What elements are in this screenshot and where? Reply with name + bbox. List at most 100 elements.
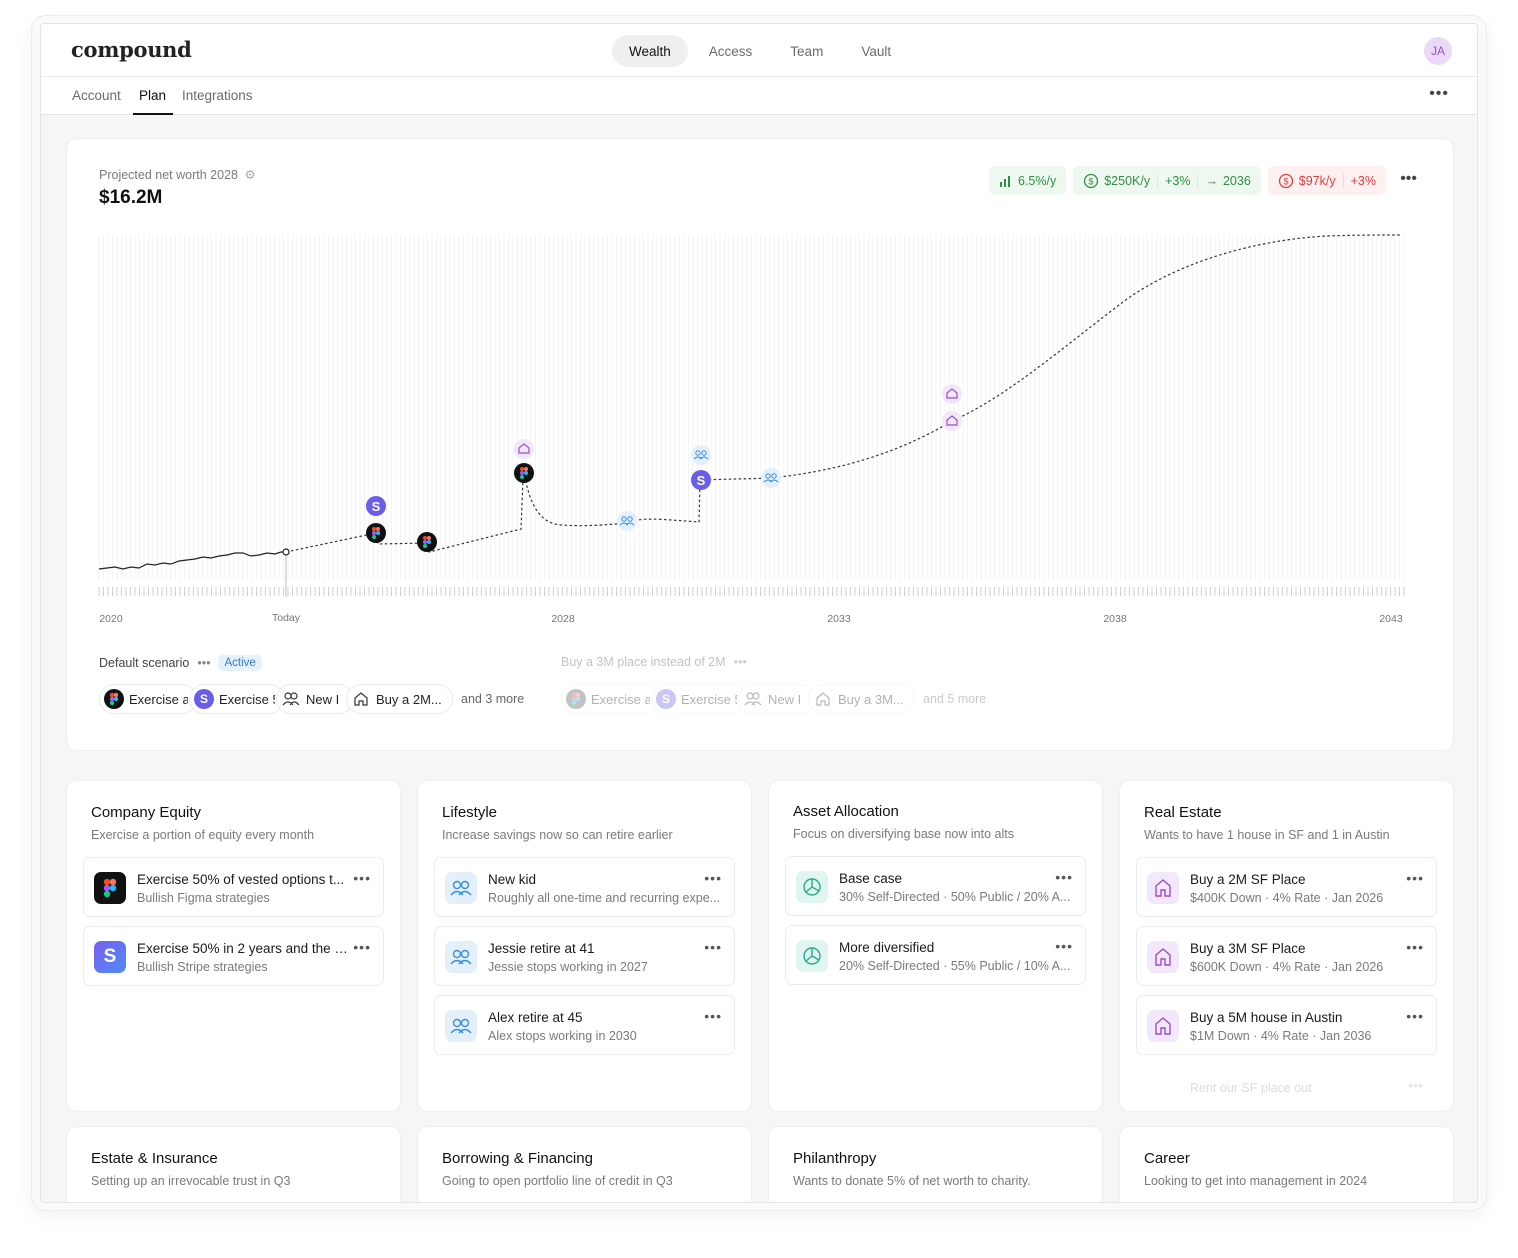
card-subtitle: Exercise a portion of equity every month xyxy=(91,828,315,842)
house-icon xyxy=(1147,872,1179,904)
default-scenario-header[interactable]: Default scenario ••• Active xyxy=(99,655,262,671)
item-more-button[interactable]: ••• xyxy=(353,939,371,955)
list-item[interactable]: Buy a 2M SF Place $400K Down · 4% Rate ·… xyxy=(1136,857,1437,917)
tab-plan[interactable]: Plan xyxy=(139,88,166,103)
item-more-button[interactable]: ••• xyxy=(1406,1008,1424,1024)
scenario-chip[interactable]: New I xyxy=(738,684,816,714)
item-subtitle: Bullish Stripe strategies xyxy=(137,960,268,974)
card-title[interactable]: Borrowing & Financing xyxy=(442,1150,593,1167)
alt-scenario-header[interactable]: Buy a 3M place instead of 2M ••• xyxy=(561,655,747,669)
card-subtitle: Wants to donate 5% of net worth to chari… xyxy=(793,1174,1031,1188)
projection-card: Projected net worth 2028 ⚙ $16.2M 6.5%/y… xyxy=(67,139,1453,750)
chip-label: Exercise 5 xyxy=(681,691,737,707)
scenario-chip[interactable]: New I xyxy=(276,684,354,714)
item-title: More diversified xyxy=(839,940,935,955)
scenario-more-button[interactable]: ••• xyxy=(734,655,747,669)
item-subtitle: $400K Down · 4% Rate · Jan 2026 xyxy=(1190,891,1384,905)
people-icon[interactable] xyxy=(617,511,637,531)
house-icon[interactable] xyxy=(942,384,962,404)
chip-label: Buy a 3M... xyxy=(838,691,904,707)
item-more-button[interactable]: ••• xyxy=(704,1008,722,1024)
more-chips-link[interactable]: and 5 more xyxy=(923,692,986,706)
scenario-chip[interactable]: Exercise a xyxy=(99,684,197,714)
item-more-button[interactable]: ••• xyxy=(1406,870,1424,886)
figma-icon[interactable] xyxy=(366,523,386,543)
card-title[interactable]: Real Estate xyxy=(1144,804,1222,821)
list-item[interactable]: More diversified 20% Self-Directed · 55%… xyxy=(785,925,1086,985)
list-item[interactable]: Alex retire at 45 Alex stops working in … xyxy=(434,995,735,1055)
sub-nav: Account Plan Integrations ••• xyxy=(41,77,1477,115)
figma-icon xyxy=(566,689,586,709)
people-icon xyxy=(743,689,763,709)
scenario-chip[interactable]: S Exercise 5 xyxy=(189,684,284,714)
list-item[interactable]: Buy a 3M SF Place $600K Down · 4% Rate ·… xyxy=(1136,926,1437,986)
estate-insurance-card: Estate & Insurance Setting up an irrevoc… xyxy=(67,1127,400,1202)
page-more-button[interactable]: ••• xyxy=(1429,85,1449,103)
item-subtitle: Jessie stops working in 2027 xyxy=(488,960,648,974)
x-axis-label: 2028 xyxy=(551,613,575,625)
item-title: Alex retire at 45 xyxy=(488,1010,583,1025)
app-logo[interactable]: compound xyxy=(71,37,192,62)
house-icon[interactable] xyxy=(514,439,534,459)
x-axis-label: 2020 xyxy=(99,613,123,625)
svg-text:S: S xyxy=(372,499,381,514)
house-icon xyxy=(1147,941,1179,973)
chip-label: Exercise a xyxy=(129,691,188,707)
user-avatar[interactable]: JA xyxy=(1424,37,1452,65)
nav-vault[interactable]: Vault xyxy=(844,35,908,67)
card-title[interactable]: Lifestyle xyxy=(442,804,497,821)
tab-account[interactable]: Account xyxy=(72,88,121,103)
stripe-icon[interactable]: S xyxy=(691,470,711,490)
item-more-button[interactable]: ••• xyxy=(1406,939,1424,955)
svg-text:S: S xyxy=(697,473,706,488)
list-item[interactable]: Base case 30% Self-Directed · 50% Public… xyxy=(785,856,1086,916)
nav-team[interactable]: Team xyxy=(773,35,840,67)
people-icon[interactable] xyxy=(691,445,711,465)
historical-line xyxy=(98,551,286,570)
item-more-button[interactable]: ••• xyxy=(353,870,371,886)
card-title[interactable]: Company Equity xyxy=(91,804,201,821)
card-title[interactable]: Estate & Insurance xyxy=(91,1150,218,1167)
company-equity-card: Company Equity Exercise a portion of equ… xyxy=(67,781,400,1111)
item-title: Buy a 5M house in Austin xyxy=(1190,1010,1343,1025)
scenario-chip[interactable]: Buy a 3M... xyxy=(808,684,915,714)
scenario-name: Default scenario xyxy=(99,656,190,670)
list-item[interactable]: Exercise 50% of vested options t... Bull… xyxy=(83,857,384,917)
projection-chart: S S xyxy=(98,234,1405,597)
card-items: Base case 30% Self-Directed · 50% Public… xyxy=(785,856,1086,994)
item-more-button[interactable]: ••• xyxy=(1055,938,1073,954)
list-item[interactable]: Buy a 5M house in Austin $1M Down · 4% R… xyxy=(1136,995,1437,1055)
pie-icon xyxy=(796,940,828,972)
scenario-chip[interactable]: S Exercise 5 xyxy=(651,684,746,714)
item-more-button[interactable]: ••• xyxy=(704,939,722,955)
scenario-more-button[interactable]: ••• xyxy=(197,656,210,670)
list-item[interactable]: Jessie retire at 41 Jessie stops working… xyxy=(434,926,735,986)
nav-access[interactable]: Access xyxy=(692,35,770,67)
card-title[interactable]: Philanthropy xyxy=(793,1150,876,1167)
people-icon[interactable] xyxy=(761,468,781,488)
nav-wealth[interactable]: Wealth xyxy=(612,35,688,67)
more-chips-link[interactable]: and 3 more xyxy=(461,692,524,706)
list-item[interactable]: New kid Roughly all one-time and recurri… xyxy=(434,857,735,917)
figma-icon[interactable] xyxy=(417,532,437,552)
item-title: Exercise 50% in 2 years and the r... xyxy=(137,941,349,956)
stripe-icon[interactable]: S xyxy=(366,496,386,516)
figma-icon xyxy=(104,689,124,709)
card-title[interactable]: Career xyxy=(1144,1150,1190,1167)
house-icon[interactable] xyxy=(942,411,962,431)
figma-icon[interactable] xyxy=(514,463,534,483)
scenario-chip[interactable]: Buy a 2M... xyxy=(346,684,453,714)
tab-integrations[interactable]: Integrations xyxy=(182,88,253,103)
card-title[interactable]: Asset Allocation xyxy=(793,803,899,820)
real-estate-card: Real Estate Wants to have 1 house in SF … xyxy=(1120,781,1453,1111)
card-subtitle: Increase savings now so can retire earli… xyxy=(442,828,673,842)
item-more-button[interactable]: ••• xyxy=(1055,869,1073,885)
list-item[interactable]: S Exercise 50% in 2 years and the r... B… xyxy=(83,926,384,986)
item-subtitle: $1M Down · 4% Rate · Jan 2036 xyxy=(1190,1029,1372,1043)
x-axis-label: 2033 xyxy=(827,613,851,625)
scenario-chip[interactable]: Exercise a xyxy=(561,684,659,714)
faded-list-item: Rent our SF place out xyxy=(1190,1081,1312,1095)
item-subtitle: $600K Down · 4% Rate · Jan 2026 xyxy=(1190,960,1384,974)
item-more-button[interactable]: ••• xyxy=(704,870,722,886)
item-subtitle: Alex stops working in 2030 xyxy=(488,1029,637,1043)
